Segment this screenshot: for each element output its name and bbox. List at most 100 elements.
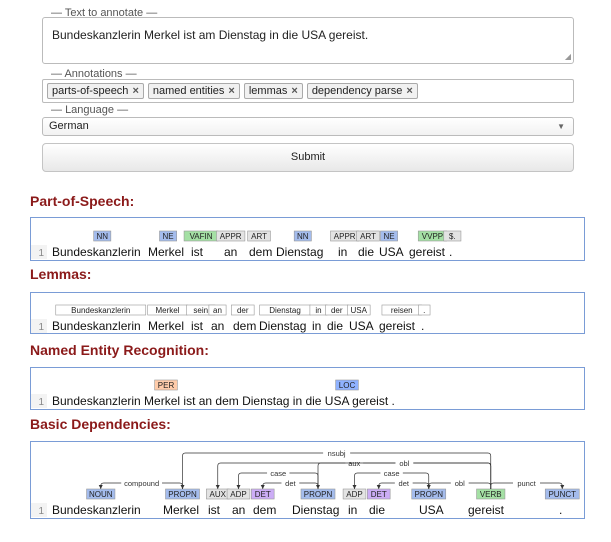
- dep-arc-label: obl: [399, 459, 409, 468]
- lemma-token: Bundeskanzlerin: [52, 319, 141, 333]
- lemmas-panel: 1 Bundeskanzlerin Merkel ist an dem Dienstag in…: [30, 292, 585, 334]
- dep-token: gereist: [468, 503, 505, 517]
- dep-tag: PUNCT: [548, 490, 576, 499]
- lemma-tag: in: [315, 306, 321, 315]
- pos-section-title: Part-of-Speech:: [30, 193, 135, 209]
- text-input-value: Bundeskanzlerin Merkel ist am Dienstag i…: [52, 28, 369, 42]
- dep-arrow-icon: [180, 485, 185, 489]
- pos-panel: 1 Bundeskanzlerin Merkel ist an dem Dienstag in…: [30, 217, 585, 261]
- line-number: 1: [38, 506, 44, 517]
- submit-button[interactable]: Submit: [42, 143, 574, 172]
- line-number: 1: [38, 248, 44, 259]
- remove-tag-icon[interactable]: ×: [291, 85, 297, 97]
- ner-visualization: 1 Bundeskanzlerin Merkel ist an dem Diens…: [31, 379, 395, 408]
- dep-tag: AUX: [210, 490, 227, 499]
- lemma-token: Merkel: [148, 319, 184, 333]
- dep-arrow-icon: [215, 485, 220, 489]
- dep-tag: DET: [255, 490, 271, 499]
- ner-section-title: Named Entity Recognition:: [30, 342, 209, 358]
- dep-tag: PROPN: [415, 490, 444, 499]
- pos-token: gereist: [409, 245, 446, 259]
- dep-token: in: [348, 503, 357, 517]
- pos-token: an: [224, 245, 237, 259]
- tag-label: named entities: [152, 85, 225, 97]
- pos-tag: ART: [251, 232, 267, 241]
- dep-token: Dienstag: [292, 503, 339, 517]
- pos-token: Dienstag: [276, 245, 323, 259]
- lemmas-section-title: Lemmas:: [30, 266, 92, 282]
- dep-arrow-icon: [260, 485, 265, 489]
- dep-arc-label: case: [384, 469, 400, 478]
- dep-tag: DET: [371, 490, 387, 499]
- dep-token: .: [559, 503, 562, 517]
- dep-tag: ADP: [230, 490, 246, 499]
- language-value: German: [49, 120, 89, 132]
- remove-tag-icon[interactable]: ×: [228, 85, 234, 97]
- lemma-token: gereist: [379, 319, 416, 333]
- pos-token: ist: [191, 245, 204, 259]
- dep-token: USA: [419, 503, 444, 517]
- annotation-tag-lemmas: lemmas ×: [243, 83, 303, 99]
- line-number: 1: [38, 397, 44, 408]
- lemma-token: .: [421, 319, 424, 333]
- language-select[interactable]: German ▼: [42, 117, 574, 136]
- resize-handle-icon[interactable]: ◢: [565, 53, 571, 61]
- dep-arrow-icon: [236, 485, 241, 489]
- ner-tag-loc: LOC: [339, 381, 356, 390]
- language-legend: — Language —: [48, 104, 132, 116]
- pos-tag: NN: [297, 232, 309, 241]
- annotation-tag-dependency-parse: dependency parse ×: [306, 83, 418, 99]
- pos-tag: $.: [449, 232, 456, 241]
- pos-token: .: [449, 245, 452, 259]
- dep-arc-label: obl: [455, 479, 465, 488]
- lemma-tag: Bundeskanzlerin: [71, 306, 130, 315]
- lemma-tag: .: [423, 306, 425, 315]
- lemma-tag: an: [213, 306, 222, 315]
- remove-tag-icon[interactable]: ×: [132, 85, 138, 97]
- dep-token: Bundeskanzlerin: [52, 503, 141, 517]
- pos-token: die: [358, 245, 374, 259]
- dep-tag: PROPN: [304, 490, 333, 499]
- dep-arrow-icon: [316, 485, 320, 489]
- lemma-token: an: [211, 319, 224, 333]
- lemma-tag: der: [331, 306, 343, 315]
- lemmas-visualization: 1 Bundeskanzlerin Merkel ist an dem Dienstag in…: [31, 304, 431, 333]
- lemma-tag: reisen: [391, 306, 413, 315]
- dep-arc-label: aux: [348, 459, 360, 468]
- dep-arc-label: nsubj: [328, 449, 346, 458]
- chevron-down-icon: ▼: [557, 122, 565, 131]
- lemma-token: Dienstag: [259, 319, 306, 333]
- pos-visualization: 1 Bundeskanzlerin Merkel ist an dem Dienstag in…: [31, 230, 462, 259]
- deps-panel: 1 Bundeskanzlerin Merkel ist an dem Dienstag in…: [30, 441, 585, 519]
- dep-arrow-icon: [376, 485, 381, 489]
- pos-token: Merkel: [148, 245, 184, 259]
- pos-token: in: [338, 245, 347, 259]
- dep-token: ist: [208, 503, 221, 517]
- dep-arrow-icon: [560, 485, 565, 489]
- ner-tag-per: PER: [158, 381, 175, 390]
- annotations-select[interactable]: parts-of-speech × named entities × lemmas ×…: [42, 79, 574, 103]
- pos-token: Bundeskanzlerin: [52, 245, 141, 259]
- language-legend-label: Language: [65, 104, 115, 116]
- dep-tag: NOUN: [89, 490, 113, 499]
- lemma-tag: USA: [351, 306, 368, 315]
- lemma-token: ist: [191, 319, 204, 333]
- pos-tag: NN: [96, 232, 108, 241]
- lemma-token: die: [327, 319, 343, 333]
- ner-panel: 1 Bundeskanzlerin Merkel ist an dem Diens…: [30, 367, 585, 410]
- deps-visualization: 1 Bundeskanzlerin Merkel ist an dem Dienstag in…: [31, 448, 580, 517]
- tag-label: dependency parse: [311, 85, 403, 97]
- lemma-tag: Merkel: [155, 306, 179, 315]
- tag-label: parts-of-speech: [52, 85, 129, 97]
- pos-tag: ART: [360, 232, 376, 241]
- pos-tag: NE: [163, 232, 174, 241]
- dep-arc-label: det: [285, 479, 296, 488]
- pos-tag: NE: [383, 232, 394, 241]
- pos-tag: VVPP: [422, 232, 443, 241]
- dep-tag: ADP: [346, 490, 362, 499]
- pos-tag: APPR: [220, 232, 242, 241]
- deps-section-title: Basic Dependencies:: [30, 416, 171, 432]
- remove-tag-icon[interactable]: ×: [406, 85, 412, 97]
- text-to-annotate-input[interactable]: Bundeskanzlerin Merkel ist am Dienstag i…: [42, 17, 574, 64]
- dep-arc-label: punct: [517, 479, 536, 488]
